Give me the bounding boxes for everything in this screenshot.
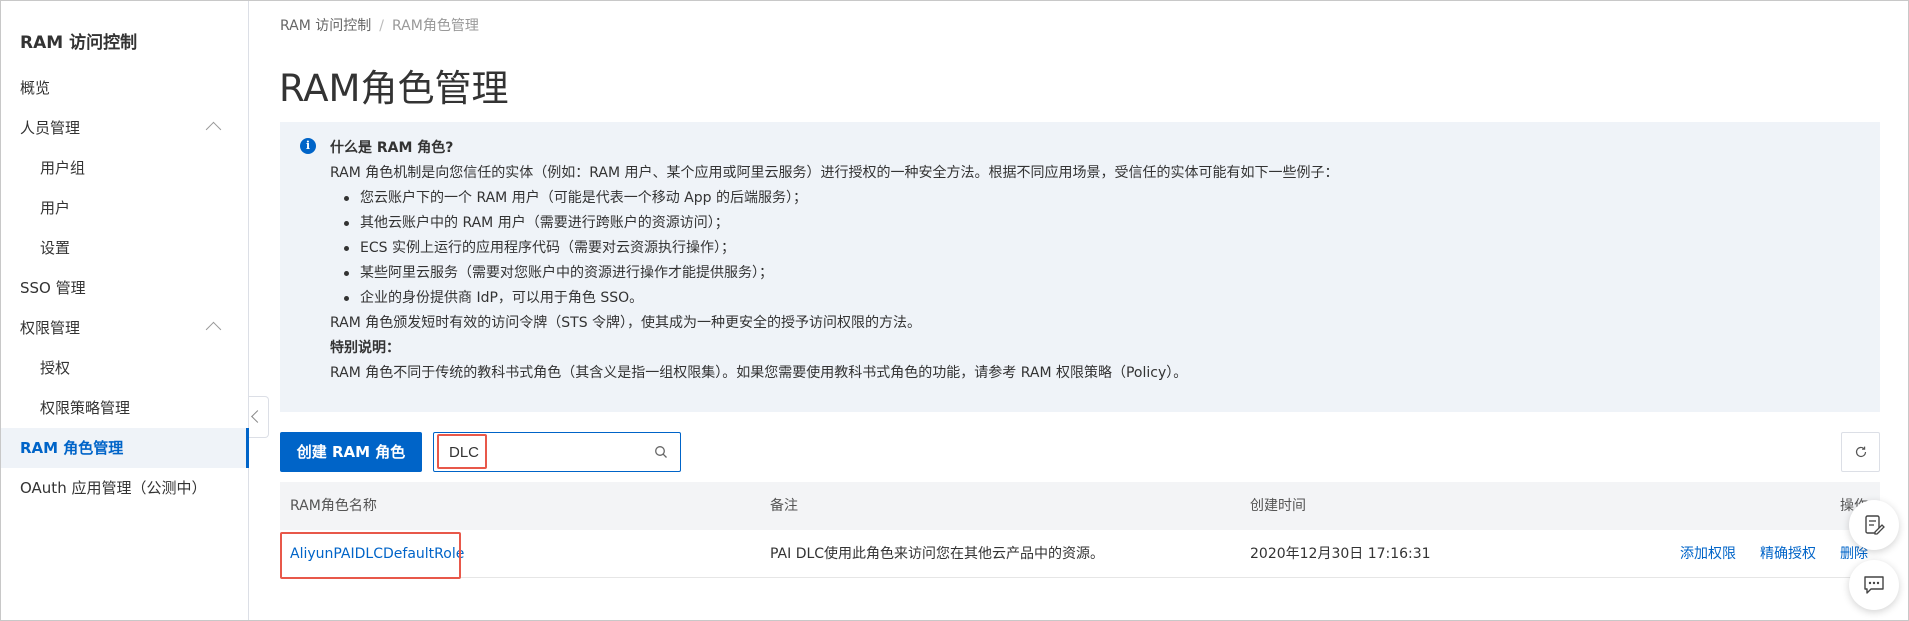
sidebar-item-overview[interactable]: 概览 — [1, 68, 249, 108]
list-item: 企业的身份提供商 IdP，可以用于角色 SSO。 — [330, 286, 1860, 311]
chat-icon — [1864, 576, 1884, 594]
chevron-up-icon — [205, 321, 222, 338]
sidebar-item-ram-roles[interactable]: RAM 角色管理 — [1, 428, 249, 468]
sidebar-item-users[interactable]: 用户 — [1, 188, 249, 228]
info-special-heading: 特别说明： — [330, 340, 400, 356]
info-icon: i — [300, 138, 316, 154]
info-panel: i 什么是 RAM 角色? RAM 角色机制是向您信任的实体（例如：RAM 用户… — [280, 122, 1880, 412]
chevron-up-icon — [205, 121, 222, 138]
refresh-icon — [1855, 446, 1867, 458]
sidebar-item-grants[interactable]: 授权 — [1, 348, 249, 388]
column-header-created: 创建时间 — [1250, 498, 1306, 514]
search-icon[interactable] — [654, 445, 668, 459]
info-intro: RAM 角色机制是向您信任的实体（例如：RAM 用户、某个应用或阿里云服务）进行… — [330, 165, 1339, 181]
edit-note-icon — [1865, 515, 1885, 535]
breadcrumb-root[interactable]: RAM 访问控制 — [280, 18, 371, 34]
breadcrumb: RAM 访问控制 / RAM角色管理 — [280, 15, 479, 35]
create-ram-role-button[interactable]: 创建 RAM 角色 — [280, 432, 422, 472]
add-permission-link[interactable]: 添加权限 — [1680, 530, 1736, 578]
table-header: RAM角色名称 备注 创建时间 操作 — [280, 482, 1880, 530]
info-sts-note: RAM 角色颁发短时有效的访问令牌（STS 令牌），使其成为一种更安全的授予访问… — [330, 315, 922, 331]
breadcrumb-current: RAM角色管理 — [392, 18, 479, 34]
page-title: RAM角色管理 — [279, 67, 509, 110]
sidebar-item-policies[interactable]: 权限策略管理 — [1, 388, 249, 428]
sidebar-item-user-groups[interactable]: 用户组 — [1, 148, 249, 188]
list-item: 某些阿里云服务（需要对您账户中的资源进行操作才能提供服务）； — [330, 261, 1860, 286]
table-row: AliyunPAIDLCDefaultRole PAI DLC使用此角色来访问您… — [280, 530, 1880, 578]
role-search — [433, 432, 681, 472]
column-header-remark: 备注 — [770, 498, 798, 514]
breadcrumb-separator: / — [379, 18, 384, 34]
list-item: ECS 实例上运行的应用程序代码（需要对云资源执行操作）； — [330, 236, 1860, 261]
sidebar-title: RAM 访问控制 — [20, 33, 138, 53]
sidebar-collapse-button[interactable] — [249, 396, 269, 438]
role-name-link[interactable]: AliyunPAIDLCDefaultRole — [290, 530, 464, 578]
role-remark: PAI DLC使用此角色来访问您在其他云产品中的资源。 — [770, 546, 1105, 562]
search-input[interactable] — [435, 434, 645, 470]
sidebar-item-sso[interactable]: SSO 管理 — [1, 268, 249, 308]
column-header-name: RAM角色名称 — [290, 498, 377, 514]
info-special-text: RAM 角色不同于传统的教科书式角色（其含义是指一组权限集）。如果您需要使用教科… — [330, 365, 1188, 381]
info-bullet-list: 您云账户下的一个 RAM 用户（可能是代表一个移动 App 的后端服务）； 其他… — [330, 186, 1860, 311]
sidebar-item-label: 人员管理 — [20, 119, 81, 137]
list-item: 您云账户下的一个 RAM 用户（可能是代表一个移动 App 的后端服务）； — [330, 186, 1860, 211]
feedback-float-button[interactable] — [1849, 500, 1899, 550]
sidebar-item-settings[interactable]: 设置 — [1, 228, 249, 268]
refresh-button[interactable] — [1841, 432, 1880, 472]
list-item: 其他云账户中的 RAM 用户（需要进行跨账户的资源访问）； — [330, 211, 1860, 236]
sidebar-item-label: 权限管理 — [20, 319, 81, 337]
sidebar: RAM 访问控制 概览 人员管理 用户组 用户 设置 SSO 管理 权限管理 授… — [1, 1, 249, 620]
precise-grant-link[interactable]: 精确授权 — [1760, 530, 1816, 578]
sidebar-item-oauth[interactable]: OAuth 应用管理（公测中） — [1, 468, 249, 508]
chevron-left-icon — [251, 410, 264, 423]
sidebar-item-permissions[interactable]: 权限管理 — [1, 308, 249, 348]
ram-roles-table: RAM角色名称 备注 创建时间 操作 AliyunPAIDLCDefaultRo… — [280, 482, 1880, 579]
info-text: 什么是 RAM 角色? RAM 角色机制是向您信任的实体（例如：RAM 用户、某… — [330, 136, 1860, 386]
sidebar-item-people[interactable]: 人员管理 — [1, 108, 249, 148]
info-heading: 什么是 RAM 角色? — [330, 140, 454, 156]
chat-float-button[interactable] — [1849, 560, 1899, 610]
role-created-time: 2020年12月30日 17:16:31 — [1250, 546, 1431, 562]
